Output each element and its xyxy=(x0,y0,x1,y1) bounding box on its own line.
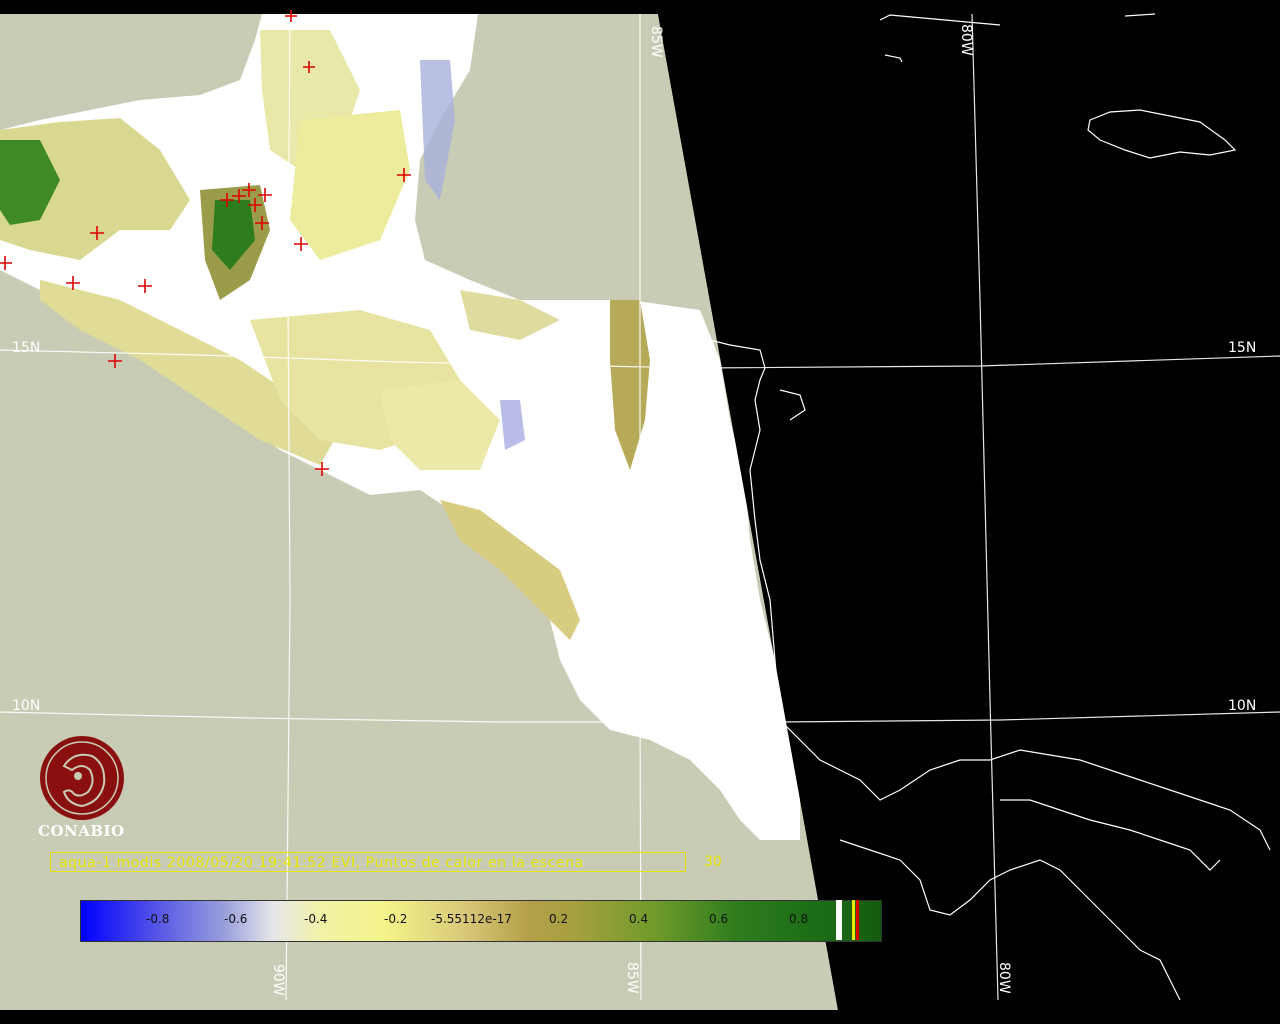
colorbar-tick: -0.6 xyxy=(224,912,248,926)
scene-caption: aqua-1 modis 2008/05/20 19:41:52 EVI, Pu… xyxy=(50,852,686,872)
lon-label-80w-top: 80W xyxy=(958,24,974,56)
lon-label-85w-top: 85W xyxy=(648,26,664,58)
colorbar-tick: 0.6 xyxy=(709,912,729,926)
lat-label-15n-left: 15N xyxy=(12,340,41,356)
colorbar-tick: 0.4 xyxy=(629,912,649,926)
colorbar-tick: -0.4 xyxy=(304,912,328,926)
colorbar-tick: -0.2 xyxy=(384,912,408,926)
lon-label-85w-bottom: 85W xyxy=(624,962,640,994)
colorbar-tick: 0.2 xyxy=(549,912,569,926)
fire-count: 30 xyxy=(704,854,722,870)
colorbar-tick: 0.8 xyxy=(789,912,809,926)
conabio-logo-text: CONABIO xyxy=(38,822,125,840)
lat-label-15n-right: 15N xyxy=(1228,340,1257,356)
colorbar-cloud-swatch xyxy=(836,900,842,940)
colorbar-tick: -0.8 xyxy=(146,912,170,926)
lat-label-10n-right: 10N xyxy=(1228,698,1257,714)
colorbar-border-swatch xyxy=(852,900,855,940)
colorbar-fire-swatch xyxy=(856,900,859,940)
lon-label-90w-bottom: 90W xyxy=(270,964,286,996)
conabio-logo xyxy=(40,736,124,820)
colorbar-tick: -5.55112e-17 xyxy=(431,912,512,926)
lon-label-80w-bottom: 80W xyxy=(996,962,1012,994)
lat-label-10n-left: 10N xyxy=(12,698,41,714)
